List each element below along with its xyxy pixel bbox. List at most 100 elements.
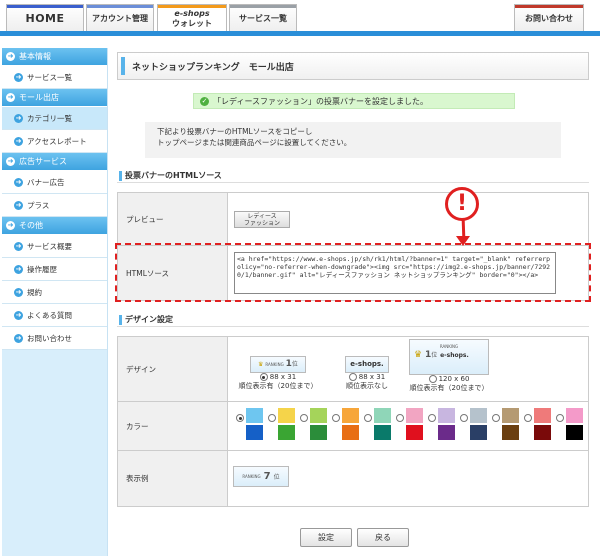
color-radio[interactable] bbox=[268, 414, 276, 422]
color-radio[interactable] bbox=[300, 414, 308, 422]
color-swatch[interactable] bbox=[534, 408, 551, 423]
color-radio[interactable] bbox=[396, 414, 404, 422]
preview-banner[interactable]: レディース ファッション bbox=[234, 210, 290, 228]
sidebar-item-banner-ads[interactable]: ➜ バナー広告 bbox=[2, 171, 107, 194]
exclamation-icon: ! bbox=[445, 187, 479, 221]
tab-eshops-wallet[interactable]: e-shops ウォレット bbox=[157, 4, 227, 32]
sidebar-section-title: 基本情報 bbox=[19, 52, 51, 61]
html-source-textarea[interactable]: <a href="https://www.e-shops.jp/sh/rk1/h… bbox=[234, 252, 556, 294]
color-radio[interactable] bbox=[332, 414, 340, 422]
color-radio[interactable] bbox=[428, 414, 436, 422]
tab-label-top: e-shops bbox=[174, 8, 210, 18]
color-swatch[interactable] bbox=[470, 408, 487, 423]
instruction-line: トップページまたは関連商品ページに設置してください。 bbox=[157, 138, 352, 147]
arrow-right-icon: ➜ bbox=[14, 264, 23, 274]
color-swatch[interactable] bbox=[278, 408, 295, 423]
arrow-right-icon: ➜ bbox=[14, 177, 23, 187]
color-swatch[interactable] bbox=[278, 425, 295, 440]
tab-contact[interactable]: お問い合わせ bbox=[514, 4, 584, 32]
color-swatch[interactable] bbox=[374, 408, 391, 423]
banner-text: RANKING bbox=[265, 362, 284, 367]
sidebar-item-history[interactable]: ➜ 操作履歴 bbox=[2, 258, 107, 281]
color-swatch[interactable] bbox=[374, 425, 391, 440]
color-radio[interactable] bbox=[492, 414, 500, 422]
color-swatch[interactable] bbox=[246, 425, 263, 440]
design-label: デザイン bbox=[117, 336, 228, 402]
color-radio[interactable] bbox=[460, 414, 468, 422]
html-source-label: HTMLソース bbox=[117, 245, 228, 301]
page-title: ネットショップランキング モール出店 bbox=[117, 52, 589, 80]
save-button[interactable]: 設定 bbox=[300, 528, 352, 547]
color-swatch[interactable] bbox=[470, 425, 487, 440]
color-radio[interactable] bbox=[364, 414, 372, 422]
arrow-right-icon: ➜ bbox=[6, 93, 15, 102]
color-radio[interactable] bbox=[236, 414, 244, 422]
arrow-right-icon: ➜ bbox=[6, 157, 15, 166]
color-swatch[interactable] bbox=[342, 425, 359, 440]
sample-banner: RANKING 7 位 bbox=[233, 466, 289, 487]
design-option-3[interactable]: RANKING ♛ 1位 e-shops. 120 x 60 順位表示有（20位… bbox=[404, 339, 494, 393]
sidebar-item-plus[interactable]: ➜ プラス bbox=[2, 194, 107, 217]
color-swatch[interactable] bbox=[438, 408, 455, 423]
arrow-right-icon: ➜ bbox=[14, 310, 23, 320]
color-swatch[interactable] bbox=[502, 425, 519, 440]
design-option-size: 120 x 60 bbox=[404, 375, 494, 384]
color-swatch[interactable] bbox=[310, 425, 327, 440]
html-source-cell: <a href="https://www.e-shops.jp/sh/rk1/h… bbox=[227, 245, 589, 301]
color-swatch[interactable] bbox=[502, 408, 519, 423]
sidebar-section-title: その他 bbox=[19, 221, 43, 230]
tab-label: HOME bbox=[25, 12, 65, 25]
instruction-line: 下記より投票バナーのHTMLソースをコピーし bbox=[157, 127, 313, 136]
design-radio-2[interactable] bbox=[348, 373, 357, 381]
sidebar-section-ads: ➜ 広告サービス bbox=[2, 153, 107, 171]
color-swatch[interactable] bbox=[246, 408, 263, 423]
color-swatch[interactable] bbox=[566, 425, 583, 440]
tab-stripe bbox=[515, 5, 583, 8]
color-swatch[interactable] bbox=[566, 408, 583, 423]
sidebar-item-service-overview[interactable]: ➜ サービス概要 bbox=[2, 235, 107, 258]
sample-unit: 位 bbox=[273, 474, 280, 481]
banner-large: RANKING ♛ 1位 e-shops. bbox=[409, 339, 489, 375]
color-swatch[interactable] bbox=[310, 408, 327, 423]
crown-icon: ♛ bbox=[258, 361, 264, 368]
sidebar-item-label: 規約 bbox=[27, 287, 42, 297]
sidebar-item-contact[interactable]: ➜ お問い合わせ bbox=[2, 327, 107, 350]
design-size-text: 120 x 60 bbox=[438, 375, 470, 383]
color-swatch[interactable] bbox=[438, 425, 455, 440]
sidebar-item-label: サービス概要 bbox=[27, 241, 72, 251]
back-button[interactable]: 戻る bbox=[357, 528, 409, 547]
tab-service-list[interactable]: サービス一覧 bbox=[229, 4, 297, 32]
sidebar-item-label: 操作履歴 bbox=[27, 264, 57, 274]
tab-account[interactable]: アカウント管理 bbox=[86, 4, 154, 32]
sidebar-item-label: アクセスレポート bbox=[27, 136, 87, 146]
tab-stripe bbox=[230, 5, 296, 8]
sample-banner-text: RANKING bbox=[242, 474, 261, 479]
sidebar-item-category-list[interactable]: ➜ カテゴリ一覧 bbox=[2, 107, 107, 130]
sidebar-item-label: カテゴリ一覧 bbox=[27, 113, 72, 123]
banner-logo: e-shops. bbox=[440, 352, 469, 359]
sidebar-section-mall: ➜ モール出店 bbox=[2, 89, 107, 107]
color-swatch[interactable] bbox=[534, 425, 551, 440]
tab-label: お問い合わせ bbox=[525, 14, 573, 23]
color-swatch[interactable] bbox=[342, 408, 359, 423]
page-title-text: ネットショップランキング モール出店 bbox=[132, 62, 294, 73]
design-option-2[interactable]: e-shops. 88 x 31 順位表示なし bbox=[332, 356, 402, 391]
color-radio[interactable] bbox=[556, 414, 564, 422]
color-swatch[interactable] bbox=[406, 408, 423, 423]
sidebar-item-terms[interactable]: ➜ 規約 bbox=[2, 281, 107, 304]
sample-label: 表示例 bbox=[117, 450, 228, 507]
instruction-box: 下記より投票バナーのHTMLソースをコピーし トップページまたは関連商品ページに… bbox=[145, 122, 561, 158]
color-radio[interactable] bbox=[524, 414, 532, 422]
banner-rank-row: ♛ 1位 e-shops. bbox=[410, 351, 488, 360]
design-option-1[interactable]: ♛ RANKING 1位 88 x 31 順位表示有（20位まで） bbox=[233, 356, 323, 391]
design-radio-1[interactable] bbox=[259, 373, 268, 381]
sidebar-item-access-report[interactable]: ➜ アクセスレポート bbox=[2, 130, 107, 153]
sidebar-item-faq[interactable]: ➜ よくある質問 bbox=[2, 304, 107, 327]
tab-home[interactable]: HOME bbox=[6, 4, 84, 32]
design-radio-3[interactable] bbox=[428, 375, 437, 383]
tab-stripe bbox=[87, 5, 153, 8]
banner-unit: 位 bbox=[291, 361, 298, 368]
sidebar-item-service-list[interactable]: ➜ サービス一覧 bbox=[2, 66, 107, 89]
color-swatch[interactable] bbox=[406, 425, 423, 440]
arrow-right-icon: ➜ bbox=[14, 113, 23, 123]
